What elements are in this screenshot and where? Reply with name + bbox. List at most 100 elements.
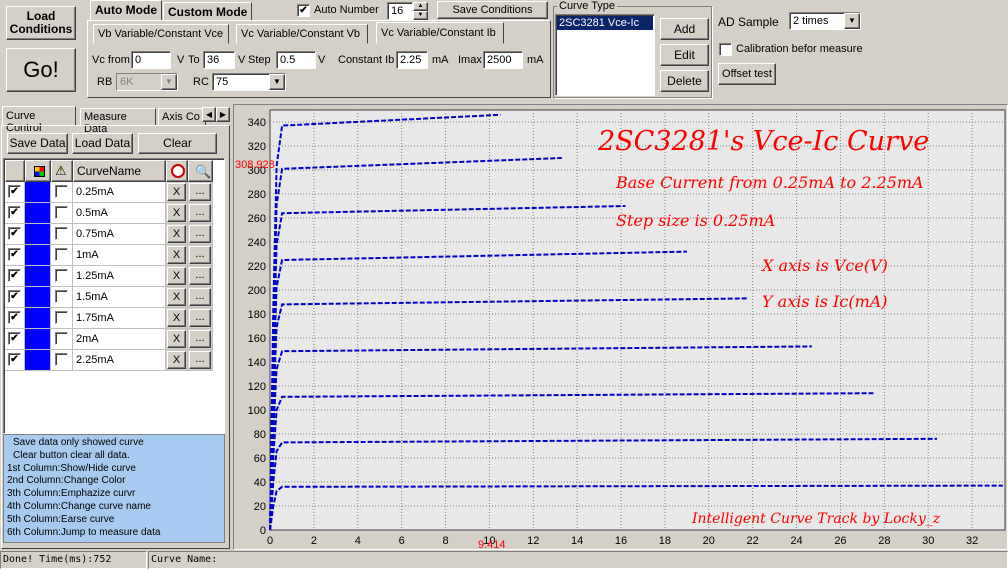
emphasize-checkbox[interactable]: [55, 353, 68, 366]
erase-button[interactable]: X: [167, 288, 186, 306]
sub-tab-vc-variable-vb[interactable]: Vc Variable/Constant Vb: [236, 24, 368, 44]
show-checkbox[interactable]: ✔: [8, 248, 21, 261]
emphasize-checkbox[interactable]: [55, 290, 68, 303]
erase-button[interactable]: X: [167, 225, 186, 243]
show-checkbox[interactable]: ✔: [8, 290, 21, 303]
add-button[interactable]: Add: [660, 18, 709, 40]
to-input[interactable]: 36: [203, 51, 235, 69]
rb-dropdown-arrow-icon[interactable]: ▼: [161, 74, 177, 90]
jump-button[interactable]: ...: [189, 183, 211, 201]
tab-scroll-right-icon[interactable]: ▶: [216, 107, 230, 122]
show-checkbox[interactable]: ✔: [8, 185, 21, 198]
color-swatch[interactable]: [25, 224, 51, 245]
load-conditions-button[interactable]: Load Conditions: [6, 6, 76, 40]
jump-button[interactable]: ...: [189, 351, 211, 369]
load-data-button[interactable]: Load Data: [72, 133, 133, 154]
erase-button[interactable]: X: [167, 309, 186, 327]
offset-test-button[interactable]: Offset test: [718, 63, 776, 85]
ad-sample-dropdown-arrow-icon[interactable]: ▼: [844, 13, 860, 29]
curve-type-item[interactable]: 2SC3281 Vce-Ic: [557, 16, 653, 30]
curve-name-cell[interactable]: 1.75mA: [73, 308, 166, 329]
erase-button[interactable]: X: [167, 183, 186, 201]
curve-name-cell[interactable]: 2mA: [73, 329, 166, 350]
show-checkbox[interactable]: ✔: [8, 311, 21, 324]
tab-measure-data[interactable]: Measure Data: [80, 108, 156, 135]
show-checkbox[interactable]: ✔: [8, 227, 21, 240]
calibration-checkbox[interactable]: [719, 43, 732, 56]
color-swatch[interactable]: [25, 308, 51, 329]
show-checkbox[interactable]: ✔: [8, 206, 21, 219]
color-swatch[interactable]: [25, 329, 51, 350]
jump-button[interactable]: ...: [189, 204, 211, 222]
constant-ib-input[interactable]: 2.25: [396, 51, 428, 69]
step-input[interactable]: 0.5: [276, 51, 316, 69]
sub-tab-vc-variable-ib[interactable]: Vc Variable/Constant Ib: [376, 22, 504, 44]
table-row[interactable]: ✔ 2.25mA X...: [5, 350, 213, 371]
table-row[interactable]: ✔ 1.75mA X...: [5, 308, 213, 329]
spin-up-button[interactable]: ▲: [413, 2, 428, 11]
emphasize-column-header[interactable]: ⚠: [51, 160, 73, 182]
color-swatch[interactable]: [25, 182, 51, 203]
jump-button[interactable]: ...: [189, 309, 211, 327]
color-swatch[interactable]: [25, 287, 51, 308]
color-swatch[interactable]: [25, 203, 51, 224]
curve-name-cell[interactable]: 0.25mA: [73, 182, 166, 203]
erase-column-header[interactable]: [166, 160, 188, 182]
tab-curve-control[interactable]: Curve Control: [2, 106, 76, 134]
erase-button[interactable]: X: [167, 330, 186, 348]
table-row[interactable]: ✔ 0.5mA X...: [5, 203, 213, 224]
save-data-button[interactable]: Save Data: [7, 133, 68, 154]
spin-down-button[interactable]: ▼: [413, 11, 428, 20]
sub-tab-vb-variable[interactable]: Vb Variable/Constant Vce: [93, 24, 229, 44]
jump-button[interactable]: ...: [189, 330, 211, 348]
tab-axis-control[interactable]: Axis Co: [158, 108, 206, 126]
auto-number-input[interactable]: 16: [387, 2, 413, 20]
tab-scroll-left-icon[interactable]: ◀: [202, 107, 216, 122]
table-row[interactable]: ✔ 1mA X...: [5, 245, 213, 266]
show-column-header[interactable]: [5, 160, 25, 182]
jump-button[interactable]: ...: [189, 288, 211, 306]
edit-button[interactable]: Edit: [660, 44, 709, 66]
emphasize-checkbox[interactable]: [55, 332, 68, 345]
imax-input[interactable]: 2500: [483, 51, 523, 69]
curve-chart[interactable]: 0204060801001201401601802002202402602803…: [234, 105, 1007, 549]
show-checkbox[interactable]: ✔: [8, 353, 21, 366]
delete-button[interactable]: Delete: [660, 70, 709, 92]
emphasize-checkbox[interactable]: [55, 269, 68, 282]
vc-from-input[interactable]: 0: [131, 51, 171, 69]
curve-name-cell[interactable]: 0.5mA: [73, 203, 166, 224]
color-swatch[interactable]: [25, 245, 51, 266]
rc-dropdown-arrow-icon[interactable]: ▼: [269, 74, 285, 90]
emphasize-checkbox[interactable]: [55, 227, 68, 240]
show-checkbox[interactable]: ✔: [8, 269, 21, 282]
table-row[interactable]: ✔ 1.25mA X...: [5, 266, 213, 287]
table-row[interactable]: ✔ 2mA X...: [5, 329, 213, 350]
curve-name-cell[interactable]: 1.5mA: [73, 287, 166, 308]
curve-name-cell[interactable]: 2.25mA: [73, 350, 166, 371]
erase-button[interactable]: X: [167, 267, 186, 285]
jump-button[interactable]: ...: [189, 246, 211, 264]
curve-name-cell[interactable]: 0.75mA: [73, 224, 166, 245]
curve-name-cell[interactable]: 1mA: [73, 245, 166, 266]
tab-auto-mode[interactable]: Auto Mode: [90, 0, 162, 21]
color-column-header[interactable]: [25, 160, 51, 182]
color-swatch[interactable]: [25, 266, 51, 287]
curve-type-list[interactable]: 2SC3281 Vce-Ic: [555, 14, 655, 96]
erase-button[interactable]: X: [167, 204, 186, 222]
curve-name-cell[interactable]: 1.25mA: [73, 266, 166, 287]
emphasize-checkbox[interactable]: [55, 248, 68, 261]
erase-button[interactable]: X: [167, 351, 186, 369]
save-conditions-button[interactable]: Save Conditions: [437, 1, 548, 19]
emphasize-checkbox[interactable]: [55, 311, 68, 324]
emphasize-checkbox[interactable]: [55, 185, 68, 198]
emphasize-checkbox[interactable]: [55, 206, 68, 219]
color-swatch[interactable]: [25, 350, 51, 371]
jump-button[interactable]: ...: [189, 267, 211, 285]
tab-custom-mode[interactable]: Custom Mode: [163, 2, 253, 21]
show-checkbox[interactable]: ✔: [8, 332, 21, 345]
table-row[interactable]: ✔ 1.5mA X...: [5, 287, 213, 308]
clear-button[interactable]: Clear: [138, 133, 217, 154]
erase-button[interactable]: X: [167, 246, 186, 264]
go-button[interactable]: Go!: [6, 48, 76, 92]
jump-button[interactable]: ...: [189, 225, 211, 243]
